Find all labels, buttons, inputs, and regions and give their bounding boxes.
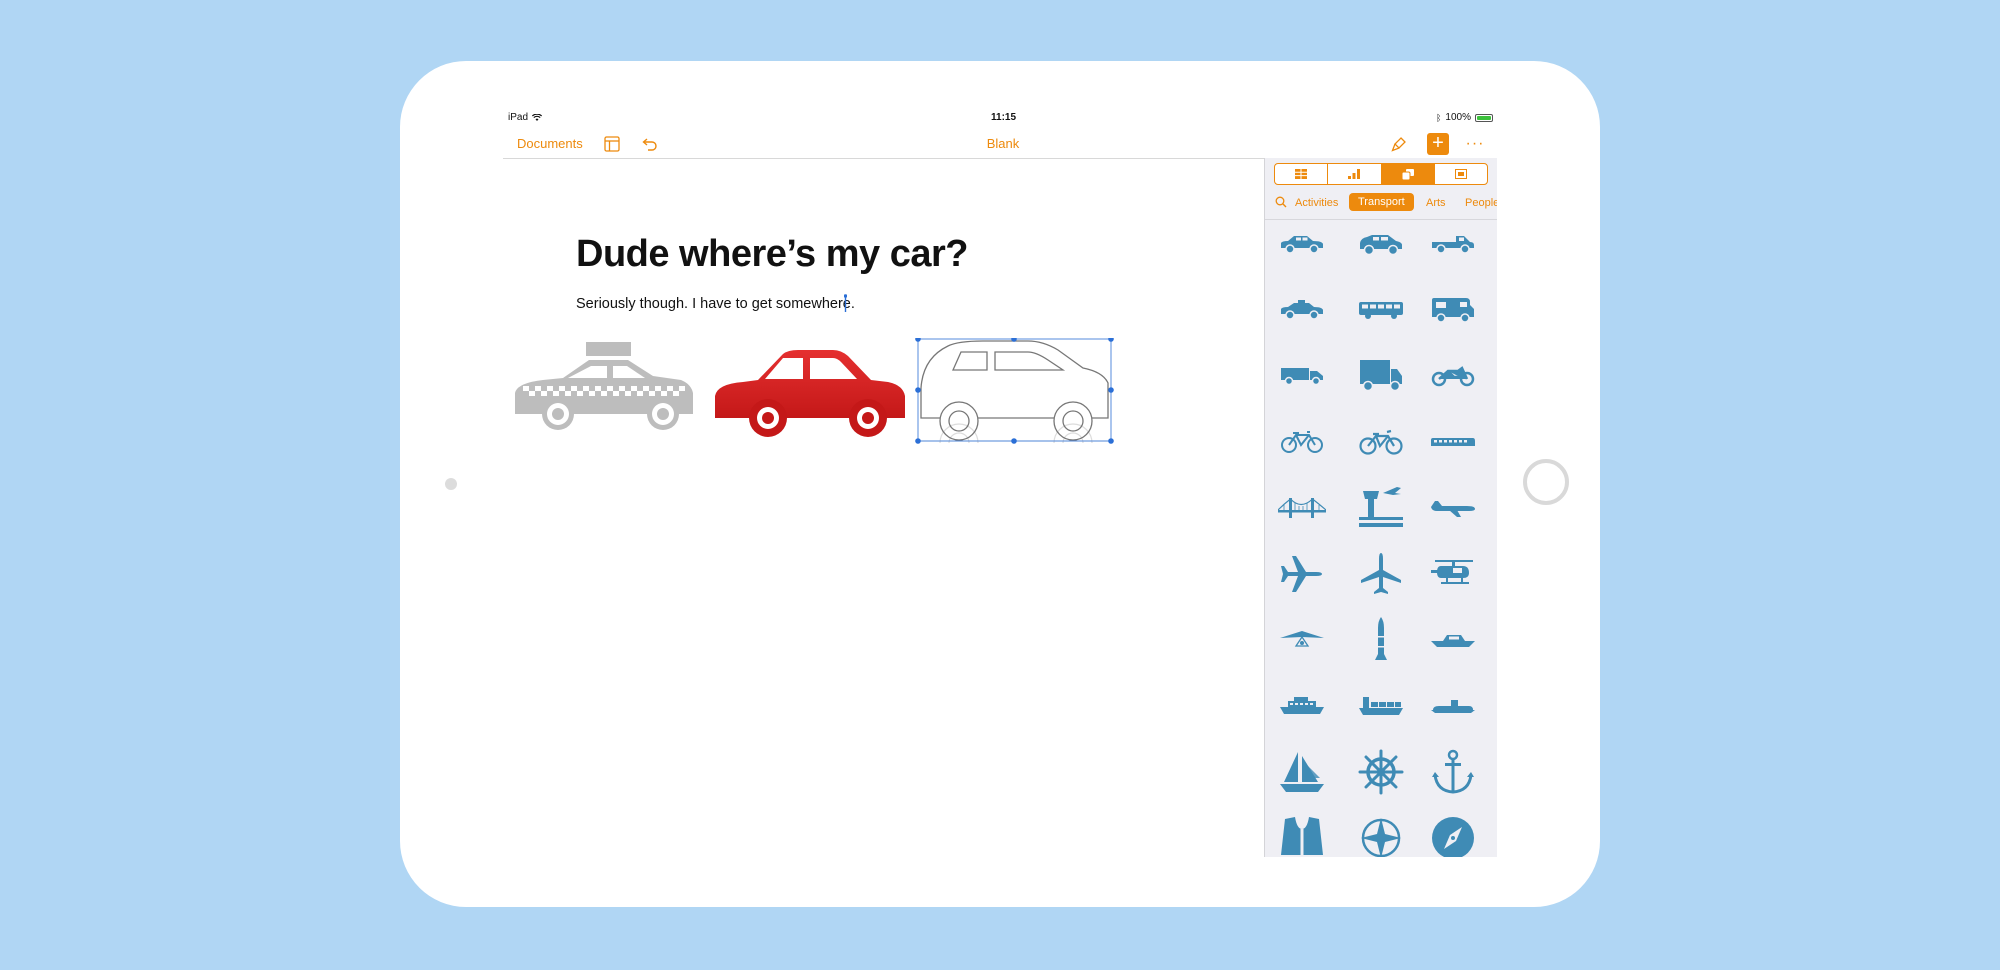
hang-glider-icon[interactable] bbox=[1278, 616, 1326, 664]
shape-categories: Activities Transport Arts People bbox=[1265, 189, 1497, 220]
view-options-icon[interactable] bbox=[601, 133, 623, 155]
device-label: iPad bbox=[508, 112, 529, 123]
search-icon[interactable] bbox=[1275, 196, 1287, 208]
airliner-side-icon[interactable] bbox=[1429, 484, 1477, 532]
airplane-top-icon[interactable] bbox=[1278, 550, 1326, 598]
camper-van-icon[interactable] bbox=[1429, 286, 1477, 334]
toolbar: Documents Blank + ··· bbox=[503, 130, 1497, 159]
life-vest-icon[interactable] bbox=[1278, 814, 1326, 857]
hatchback-icon[interactable] bbox=[1357, 220, 1405, 268]
insert-tabs bbox=[1274, 163, 1488, 185]
anchor-icon[interactable] bbox=[1429, 748, 1477, 796]
battery-icon bbox=[1475, 113, 1493, 122]
insert-panel: Activities Transport Arts People bbox=[1264, 158, 1497, 857]
red-car-shape[interactable] bbox=[715, 350, 905, 437]
text-cursor[interactable] bbox=[844, 294, 847, 312]
bus-icon[interactable] bbox=[1357, 286, 1405, 334]
battery-percent: 100% bbox=[1445, 112, 1471, 123]
body-text[interactable]: Seriously though. I have to get somewher… bbox=[576, 296, 855, 312]
category-transport[interactable]: Transport bbox=[1349, 193, 1414, 211]
bluetooth-icon: ᛒ bbox=[1436, 112, 1442, 123]
taxi-shape[interactable] bbox=[515, 342, 693, 430]
sedan-icon[interactable] bbox=[1278, 220, 1326, 268]
bridge-icon[interactable] bbox=[1278, 484, 1326, 532]
undo-icon[interactable] bbox=[639, 133, 661, 155]
add-button[interactable]: + bbox=[1427, 133, 1449, 155]
jet-top-icon[interactable] bbox=[1357, 550, 1405, 598]
wifi-icon bbox=[532, 113, 543, 121]
ship-wheel-icon[interactable] bbox=[1357, 748, 1405, 796]
taxi-icon[interactable] bbox=[1278, 286, 1326, 334]
car-shapes[interactable] bbox=[503, 338, 1273, 488]
train-icon[interactable] bbox=[1429, 418, 1477, 466]
table-icon bbox=[1295, 169, 1308, 179]
rocket-icon[interactable] bbox=[1357, 616, 1405, 664]
speedboat-icon[interactable] bbox=[1429, 616, 1477, 664]
compass-rose-icon[interactable] bbox=[1357, 814, 1405, 857]
shape-grid bbox=[1265, 220, 1497, 857]
box-truck-icon[interactable] bbox=[1357, 352, 1405, 400]
more-icon[interactable]: ··· bbox=[1464, 133, 1486, 155]
compass-icon[interactable] bbox=[1429, 814, 1477, 857]
clock: 11:15 bbox=[991, 112, 1017, 123]
control-tower-icon[interactable] bbox=[1357, 484, 1405, 532]
media-icon bbox=[1454, 169, 1467, 179]
heading[interactable]: Dude where’s my car? bbox=[576, 233, 968, 276]
camera bbox=[445, 478, 457, 490]
delivery-truck-icon[interactable] bbox=[1278, 352, 1326, 400]
mountain-bike-icon[interactable] bbox=[1357, 418, 1405, 466]
home-button[interactable] bbox=[1523, 459, 1569, 505]
submarine-icon[interactable] bbox=[1429, 682, 1477, 730]
tab-chart[interactable] bbox=[1328, 164, 1382, 184]
documents-button[interactable]: Documents bbox=[517, 136, 583, 151]
tab-media[interactable] bbox=[1435, 164, 1487, 184]
pickup-truck-icon[interactable] bbox=[1429, 220, 1477, 268]
cargo-ship-icon[interactable] bbox=[1357, 682, 1405, 730]
tab-table[interactable] bbox=[1275, 164, 1329, 184]
category-activities[interactable]: Activities bbox=[1295, 197, 1338, 209]
category-arts[interactable]: Arts bbox=[1426, 197, 1446, 209]
outline-car-shape[interactable] bbox=[915, 338, 1114, 444]
category-people[interactable]: People bbox=[1465, 197, 1497, 209]
sailboat-icon[interactable] bbox=[1278, 748, 1326, 796]
motorcycle-icon[interactable] bbox=[1429, 352, 1477, 400]
status-bar: iPad 11:15 ᛒ 100% bbox=[503, 108, 1497, 130]
ferry-icon[interactable] bbox=[1278, 682, 1326, 730]
helicopter-icon[interactable] bbox=[1429, 550, 1477, 598]
bicycle-icon[interactable] bbox=[1278, 418, 1326, 466]
document-title: Blank bbox=[986, 136, 1020, 151]
tab-shapes[interactable] bbox=[1381, 164, 1435, 184]
chart-icon bbox=[1348, 169, 1361, 179]
format-brush-icon[interactable] bbox=[1388, 133, 1410, 155]
shapes-icon bbox=[1401, 168, 1414, 180]
screen: iPad 11:15 ᛒ 100% Documents Blank + ··· bbox=[503, 108, 1497, 857]
